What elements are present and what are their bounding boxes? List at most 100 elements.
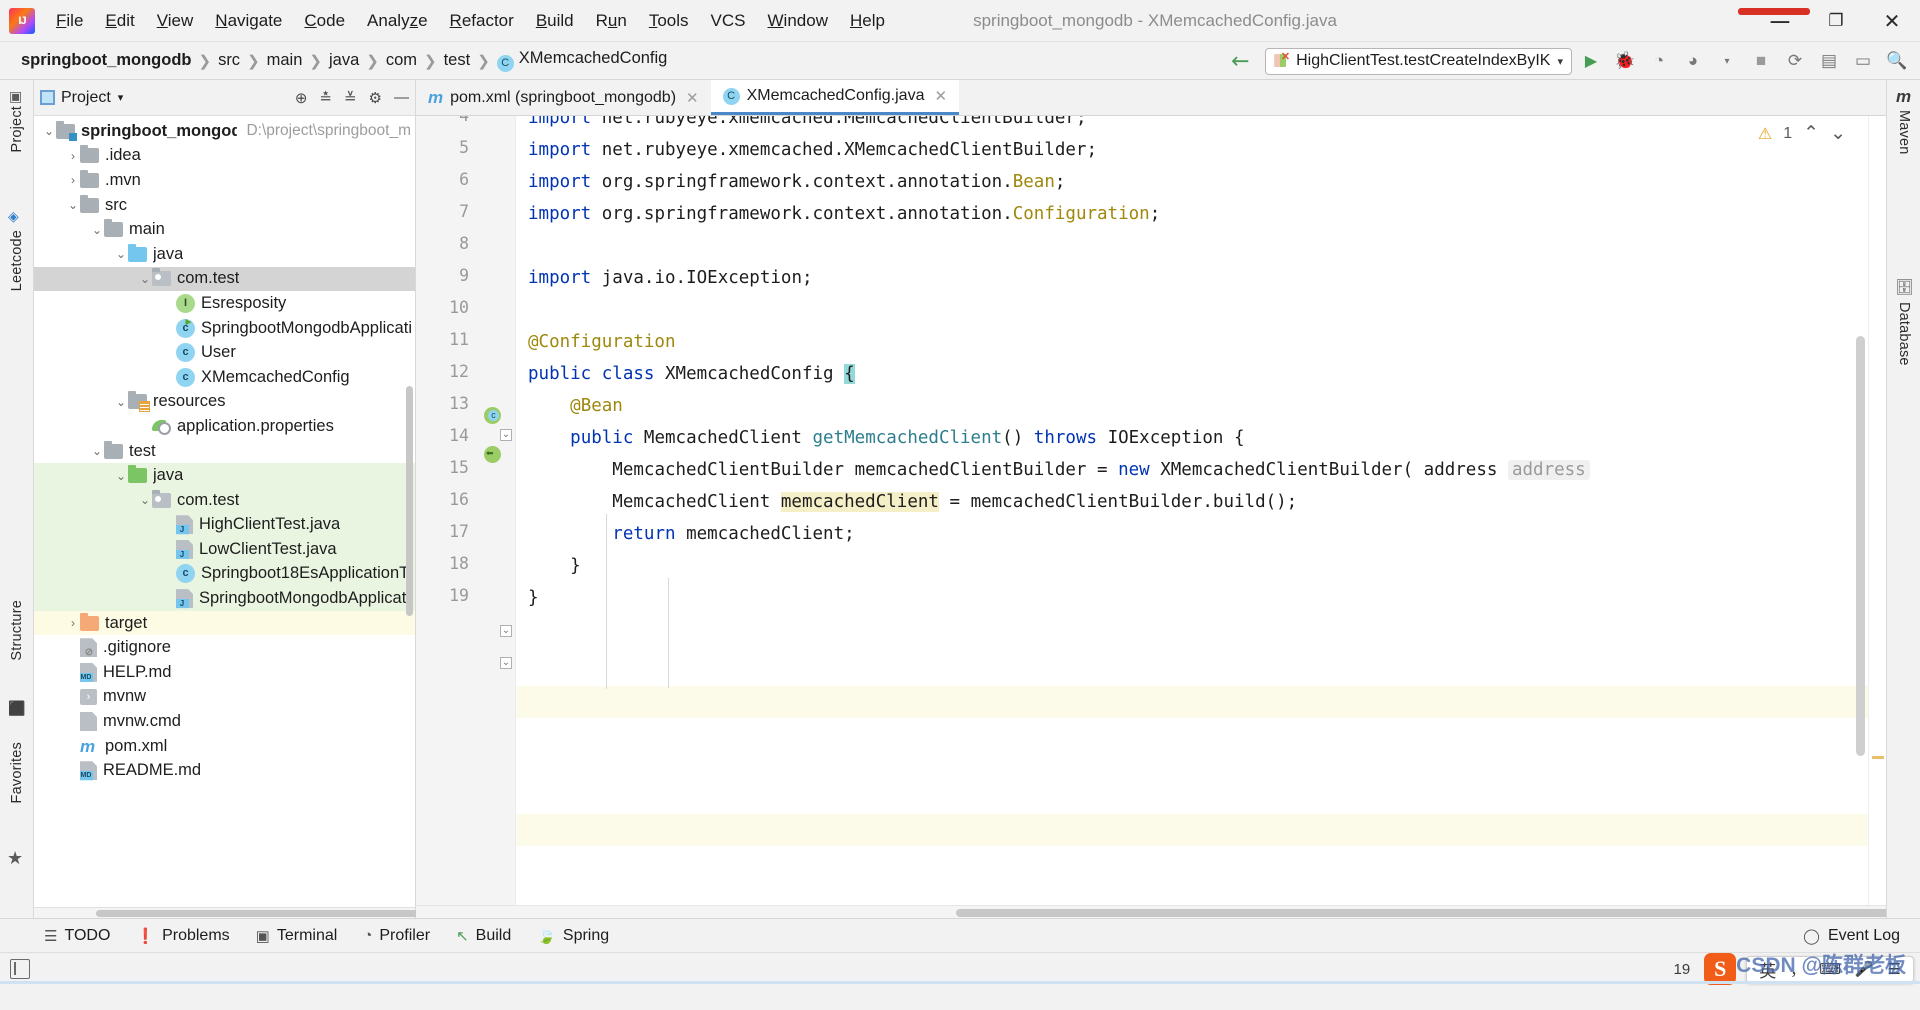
tree-node[interactable]: mvnw.cmd (34, 709, 415, 734)
menu-run[interactable]: Run (585, 7, 638, 35)
tree-node[interactable]: ›.mvn (34, 168, 415, 193)
debug-button[interactable]: 🐞 (1610, 47, 1640, 75)
next-highlight-icon[interactable]: ⌄ (1830, 122, 1846, 145)
tree-node[interactable]: cUser (34, 340, 415, 365)
tree-node[interactable]: ⌄test (34, 439, 415, 464)
fold-icon[interactable]: ⌄ (500, 429, 512, 441)
layout-button[interactable]: ▤ (1814, 47, 1844, 75)
open-tool-window-icon[interactable] (10, 959, 30, 979)
chevron-down-icon[interactable]: ⌄ (42, 124, 56, 138)
code-line[interactable]: MemcachedClientBuilder memcachedClientBu… (528, 454, 1590, 486)
close-button[interactable]: ✕ (1864, 0, 1920, 42)
tool-window-terminal[interactable]: ▣Terminal (256, 927, 338, 945)
strip-item-maven[interactable]: Maven (1896, 110, 1912, 155)
strip-item-structure[interactable]: Structure (9, 600, 25, 661)
tree-node[interactable]: ›.idea (34, 144, 415, 169)
breadcrumb-item-main[interactable]: main (262, 49, 308, 72)
gear-icon[interactable]: ⚙ (369, 89, 382, 107)
tree-node[interactable]: ⌄springboot_mongodbD:\project\springboot… (34, 119, 415, 144)
tree-node[interactable]: ›target (34, 611, 415, 636)
maximize-button[interactable]: ❐ (1808, 0, 1864, 42)
tree-node[interactable]: ⌄main (34, 217, 415, 242)
code-line[interactable]: public MemcachedClient getMemcachedClien… (528, 422, 1245, 454)
chevron-down-icon[interactable]: ⌄ (138, 272, 152, 286)
tree-node[interactable]: LowClientTest.java (34, 537, 415, 562)
tool-window-todo[interactable]: ☰TODO (44, 927, 110, 945)
dropdown-more-icon[interactable]: ▾ (1712, 47, 1742, 75)
update-running-app-button[interactable]: ⟳ (1780, 47, 1810, 75)
tool-window-profiler[interactable]: ◔Profiler (363, 927, 430, 945)
tree-node[interactable]: ⌄com.test (34, 488, 415, 513)
menu-edit[interactable]: Edit (94, 7, 145, 35)
strip-item-project[interactable]: Project (9, 106, 25, 153)
tree-node[interactable]: mpom.xml (34, 734, 415, 759)
chevron-down-icon[interactable]: ⌄ (138, 493, 152, 507)
caret-position[interactable]: 19 (1674, 961, 1691, 978)
chevron-down-icon[interactable]: ⌄ (66, 198, 80, 212)
minimize-button[interactable]: ─ (1752, 0, 1808, 42)
code-line[interactable]: import net.rubyeye.xmemcached.MemcachedC… (528, 116, 1086, 134)
stop-button[interactable]: ■ (1746, 47, 1776, 75)
tree-node[interactable]: SpringbootMongodbApplicationTests.java (34, 586, 415, 611)
error-stripe-panel[interactable] (1868, 116, 1886, 905)
chevron-right-icon[interactable]: › (66, 149, 80, 163)
menu-build[interactable]: Build (525, 7, 585, 35)
code-line[interactable]: import org.springframework.context.annot… (528, 166, 1065, 198)
run-button[interactable]: ▶ (1576, 47, 1606, 75)
chevron-right-icon[interactable]: › (66, 616, 80, 630)
code-editor[interactable]: ⚠ 1 ⌃ ⌄ ⌄ ⌄ ⌄ 45678910111213141516171819 (416, 116, 1886, 905)
tool-window-spring[interactable]: 🍃Spring (537, 927, 609, 945)
breadcrumb-item-test[interactable]: test (439, 49, 476, 72)
code-line[interactable]: } (528, 550, 581, 582)
close-icon[interactable]: ✕ (686, 89, 699, 107)
chevron-down-icon[interactable]: ⌄ (90, 444, 104, 458)
chevron-down-icon[interactable]: ⌄ (114, 247, 128, 261)
tree-node[interactable]: ⌄resources (34, 390, 415, 415)
chevron-right-icon[interactable]: › (66, 173, 80, 187)
tree-node[interactable]: cSpringboot18EsApplicationTests (34, 562, 415, 587)
tree-node[interactable]: HELP.md (34, 660, 415, 685)
breadcrumb-item-com[interactable]: com (381, 49, 422, 72)
chevron-down-icon[interactable]: ⌄ (114, 395, 128, 409)
editor-gutter[interactable]: ⌄ ⌄ ⌄ 45678910111213141516171819 (416, 116, 516, 905)
fold-icon[interactable]: ⌄ (500, 657, 512, 669)
profile-button[interactable]: ◕ (1678, 47, 1708, 75)
spring-bean-override-gutter-icon[interactable] (484, 446, 501, 463)
code-content[interactable]: import net.rubyeye.xmemcached.MemcachedC… (516, 116, 1868, 905)
tree-node[interactable]: cSpringbootMongodbApplication (34, 316, 415, 341)
tool-window-problems[interactable]: ❗Problems (136, 927, 229, 945)
breadcrumb-item-java[interactable]: java (324, 49, 364, 72)
close-icon[interactable]: ✕ (934, 87, 947, 105)
menu-analyze[interactable]: Analyze (356, 7, 439, 35)
code-line[interactable]: import org.springframework.context.annot… (528, 198, 1160, 230)
code-line[interactable]: import net.rubyeye.xmemcached.XMemcached… (528, 134, 1097, 166)
strip-item-database[interactable]: Database (1896, 302, 1912, 366)
breadcrumb-item-src[interactable]: src (213, 49, 245, 72)
code-line[interactable]: MemcachedClient memcachedClient = memcac… (528, 486, 1297, 518)
strip-item-leetcode[interactable]: Leetcode (9, 230, 25, 291)
tool-window-build[interactable]: ↖Build (456, 927, 511, 945)
tool-window-event-log[interactable]: ◯Event Log (1803, 927, 1900, 945)
menu-code[interactable]: Code (293, 7, 356, 35)
error-stripe-mark[interactable] (1872, 756, 1884, 759)
tree-node[interactable]: IEsresposity (34, 291, 415, 316)
tree-node[interactable]: cXMemcachedConfig (34, 365, 415, 390)
code-line[interactable]: return memcachedClient; (528, 518, 855, 550)
fold-icon[interactable]: ⌄ (500, 625, 512, 637)
code-line[interactable]: public class XMemcachedConfig { (528, 358, 855, 390)
run-with-coverage-button[interactable]: ◔ (1644, 47, 1674, 75)
editor-horizontal-scrollbar[interactable] (416, 905, 1886, 918)
tree-node[interactable]: HighClientTest.java (34, 513, 415, 538)
tab-pom-xml[interactable]: m pom.xml (springboot_mongodb) ✕ (416, 80, 711, 115)
project-tree[interactable]: ⌄springboot_mongodbD:\project\springboot… (34, 116, 415, 907)
project-tree-scrollbar[interactable] (406, 386, 413, 616)
tree-node[interactable]: ⌄java (34, 463, 415, 488)
build-hammer-icon[interactable]: ↖ (1216, 37, 1264, 85)
code-line[interactable]: } (528, 582, 539, 614)
search-everywhere-icon[interactable]: 🔍 (1882, 47, 1912, 75)
menu-help[interactable]: Help (839, 7, 896, 35)
project-panel-title[interactable]: Project ▾ (61, 89, 123, 107)
previous-highlight-icon[interactable]: ⌃ (1803, 122, 1819, 145)
locate-icon[interactable]: ⊕ (295, 89, 308, 107)
run-configuration-selector[interactable]: HighClientTest.testCreateIndexByIK ▾ (1265, 48, 1572, 75)
